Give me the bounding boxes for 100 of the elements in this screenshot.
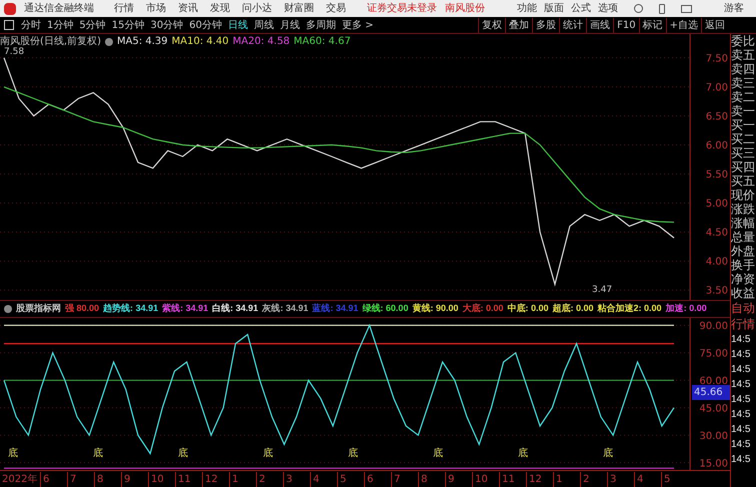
indicator-value: 黄线: 90.00	[412, 302, 458, 316]
period-tab[interactable]: 月线	[276, 18, 303, 32]
app-logo-icon	[4, 2, 16, 14]
time-axis-label: 11	[175, 472, 202, 486]
indicator-value: 绿线: 60.00	[362, 302, 408, 316]
period-tab[interactable]: 分时	[18, 18, 44, 32]
ma-value: MA60: 4.67	[294, 35, 351, 49]
quote-field-label: 买一	[731, 118, 756, 132]
time-axis-label: 12	[526, 472, 553, 486]
period-tab[interactable]: 周线	[250, 18, 277, 32]
current-value-label: 45.66	[692, 385, 730, 400]
time-axis-label: 9	[121, 472, 148, 486]
chart-tool-button[interactable]: 返回	[701, 18, 728, 32]
axis-tick-label: 90.00	[699, 320, 728, 332]
chart-tool-button[interactable]: 多股	[532, 18, 560, 32]
time-axis-label: 5	[661, 472, 688, 486]
settings-icon[interactable]	[104, 38, 113, 46]
trade-time: 14:5	[731, 363, 752, 377]
time-axis-label: 7	[391, 472, 418, 486]
quote-field-label: 卖三	[731, 76, 756, 90]
quote-field-label: 卖二	[731, 90, 756, 104]
info-icon[interactable]	[4, 305, 12, 313]
time-axis-label: 11	[499, 472, 526, 486]
quote-field-label: 委比	[731, 34, 756, 48]
time-axis-label: 4	[310, 472, 337, 486]
refresh-icon[interactable]	[634, 4, 643, 13]
period-tab[interactable]: 多周期	[302, 18, 339, 32]
indicator-value: 强 80.00	[65, 302, 100, 316]
trade-time: 14:5	[731, 333, 752, 347]
stock-name: 南风股份	[445, 2, 485, 16]
tool-menu-item[interactable]: 选项	[598, 1, 618, 16]
time-axis-label: 7	[67, 472, 94, 486]
chart-tool-button[interactable]: +自选	[666, 18, 701, 32]
indicator-value: 紫线: 34.91	[162, 302, 208, 316]
chart-tool-button[interactable]: 叠加	[505, 18, 532, 32]
bottom-signal-label: 底	[348, 446, 358, 461]
time-axis-label: 2	[580, 472, 607, 486]
panel-toggle-icon[interactable]	[4, 20, 14, 30]
time-axis-label: 10	[148, 472, 175, 486]
quote-mode-label[interactable]: 自动	[731, 300, 756, 316]
user-label[interactable]: 游客	[724, 1, 744, 16]
login-status[interactable]: 证券交易未登录	[367, 1, 437, 16]
indicator-value: 灰线: 34.91	[262, 302, 308, 316]
menu-item[interactable]: 财富圈	[284, 1, 314, 16]
quote-field-label: 涨跌	[731, 202, 756, 216]
period-tab[interactable]: 60分钟	[186, 18, 225, 32]
menu-item[interactable]: 发现	[210, 1, 230, 16]
indicator-value: 粘合加速2: 0.00	[598, 302, 662, 316]
time-axis-label: 3	[607, 472, 634, 486]
menu-item[interactable]: 交易	[326, 1, 346, 16]
trade-time: 14:5	[731, 408, 752, 422]
quote-field-label: 收益	[731, 286, 756, 300]
chart-tool-button[interactable]: 标记	[638, 18, 666, 32]
time-axis-label: 6	[40, 472, 67, 486]
quote-field-label: 卖五	[731, 48, 756, 62]
bottom-signal-label: 底	[263, 446, 273, 461]
bottom-signal-label: 底	[178, 446, 188, 461]
axis-tick-label: 5.50	[706, 170, 728, 181]
time-axis-label: 6	[364, 472, 391, 486]
menu-item[interactable]: 市场	[146, 1, 166, 16]
bottom-signal-label: 底	[433, 446, 443, 461]
axis-tick-label: 6.00	[706, 140, 728, 152]
quote-field-label: 外盘	[731, 244, 756, 258]
chart-tool-button[interactable]: F10	[613, 18, 639, 32]
low-price-label: 3.47	[592, 284, 612, 297]
tool-menu-item[interactable]: 功能	[517, 1, 537, 16]
period-tab[interactable]: 5分钟	[76, 18, 109, 32]
time-axis-label: 12	[202, 472, 229, 486]
axis-tick-label: 3.50	[706, 286, 728, 297]
chart-tool-button[interactable]: 复权	[478, 18, 506, 32]
chart-tool-button[interactable]: 画线	[586, 18, 614, 32]
axis-tick-label: 6.50	[706, 112, 728, 122]
period-tab[interactable]: 1分钟	[44, 18, 76, 32]
trade-time: 14:5	[731, 423, 752, 437]
menu-item[interactable]: 资讯	[178, 1, 198, 16]
chart-tool-button[interactable]: 统计	[559, 18, 586, 32]
quote-field-label: 现价	[731, 188, 756, 202]
bottom-signal-label: 底	[518, 446, 528, 461]
quote-mode-label[interactable]: 行情	[731, 316, 756, 332]
axis-tick-label: 45.00	[699, 403, 728, 414]
quote-field-label: 总量	[731, 230, 756, 244]
phone-icon[interactable]	[659, 4, 665, 14]
period-tab[interactable]: 更多 >	[338, 18, 377, 32]
message-icon[interactable]	[681, 4, 692, 12]
period-tab[interactable]: 日线	[224, 18, 251, 32]
trade-time: 14:5	[731, 378, 752, 392]
period-tab[interactable]: 15分钟	[108, 18, 148, 32]
axis-tick-label: 30.00	[699, 430, 728, 442]
tool-menu-item[interactable]: 版面	[544, 1, 564, 16]
menu-item[interactable]: 行情	[114, 1, 134, 16]
trade-time: 14:5	[731, 438, 752, 452]
app-name: 通达信金融终端	[24, 2, 94, 16]
indicator-value: 大底: 0.00	[462, 302, 504, 316]
trade-time: 14:5	[731, 453, 752, 467]
indicator-name: 股票指标网	[16, 302, 61, 316]
period-tab[interactable]: 30分钟	[147, 18, 186, 32]
indicator-value: 中底: 0.00	[507, 302, 548, 316]
menu-item[interactable]: 问小达	[242, 1, 272, 16]
ma-value: MA20: 4.58	[232, 35, 290, 49]
tool-menu-item[interactable]: 公式	[571, 1, 591, 16]
